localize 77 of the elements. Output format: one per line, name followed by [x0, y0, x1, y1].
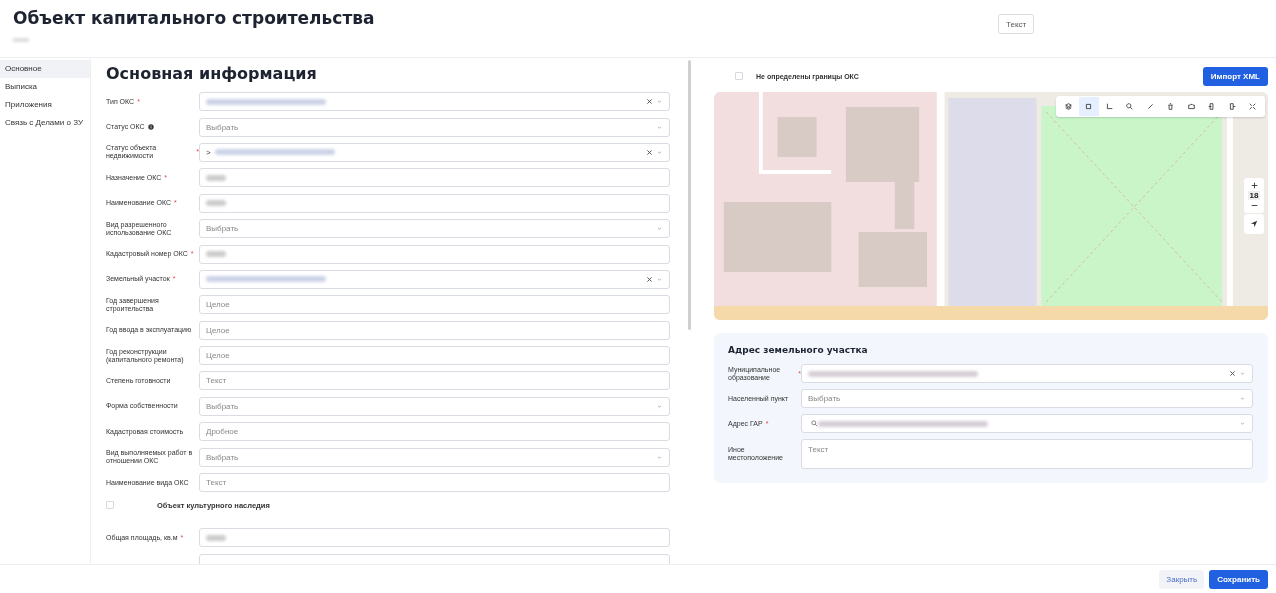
select-field[interactable] [199, 92, 670, 112]
placeholder: Выбрать [206, 224, 239, 234]
chevron-down-icon [656, 275, 663, 283]
checkbox[interactable] [735, 72, 743, 80]
angle-icon [1105, 103, 1113, 110]
save-button[interactable]: Сохранить [1209, 569, 1268, 589]
input-field[interactable] [199, 244, 670, 264]
chevron-down-icon [1239, 395, 1246, 402]
select-field[interactable]: Выбрать [801, 389, 1253, 408]
pencil-icon [1146, 103, 1154, 110]
zoom-in-icon[interactable] [1250, 182, 1258, 189]
sidebar-item[interactable]: Основное [0, 60, 90, 78]
input-field[interactable] [199, 168, 670, 188]
map-tool-button[interactable] [1078, 97, 1099, 116]
select-field[interactable]: Выбрать [199, 117, 670, 137]
search-field[interactable] [801, 414, 1253, 433]
document-arrow-icon [1228, 103, 1236, 110]
select-field[interactable]: Выбрать [199, 447, 670, 467]
text-button[interactable]: Текст [998, 14, 1035, 34]
select-field[interactable] [199, 269, 670, 289]
scrollbar-thumb[interactable] [688, 60, 691, 330]
input-field[interactable]: Текст [199, 371, 670, 391]
chevron-down-icon [656, 148, 663, 156]
input-field[interactable]: Целое [199, 320, 670, 340]
zoom-out-icon[interactable] [1250, 202, 1258, 209]
navigation-arrow-icon [1250, 220, 1258, 228]
clear-icon[interactable] [646, 275, 653, 283]
chevron-down-icon [656, 453, 663, 461]
placeholder: Выбрать [808, 394, 841, 403]
placeholder: Текст [206, 478, 227, 488]
chevron-down-icon [656, 225, 663, 233]
placeholder: Целое [206, 300, 230, 310]
import-xml-button[interactable]: Импорт XML [1202, 66, 1268, 86]
section-title: Основная информация [106, 64, 318, 83]
placeholder: Целое [206, 351, 230, 361]
select-field[interactable]: Выбрать [199, 219, 670, 239]
locate-button[interactable] [1244, 214, 1264, 234]
select-field[interactable] [801, 364, 1253, 383]
placeholder: Целое [206, 325, 230, 335]
placeholder: Выбрать [206, 452, 239, 462]
input-field[interactable]: Текст [199, 473, 670, 493]
sidebar-item[interactable]: Связь с Делами о ЗУ [0, 114, 90, 132]
fullscreen-icon [1249, 103, 1257, 110]
zoom-level: 18 [1247, 191, 1261, 200]
clear-icon[interactable] [646, 148, 653, 156]
sidebar-item[interactable]: Выписка [0, 78, 90, 96]
placeholder: Дробное [206, 427, 239, 437]
checkbox[interactable] [106, 501, 114, 510]
placeholder: Текст [808, 445, 829, 454]
search-icon [811, 420, 818, 427]
chevron-down-icon [1239, 420, 1246, 427]
layers-icon [1064, 103, 1072, 110]
clear-icon[interactable] [1229, 370, 1236, 377]
sidebar-item[interactable]: Приложения [0, 96, 90, 114]
card-title: Адрес земельного участка [728, 345, 869, 355]
chevron-down-icon [1239, 370, 1246, 377]
select-field[interactable]: Выбрать [199, 396, 670, 416]
input-field[interactable] [199, 528, 670, 548]
page-title: Объект капитального строительства [13, 8, 375, 28]
placeholder: Выбрать [206, 401, 239, 411]
placeholder: Выбрать [206, 122, 239, 132]
input-field[interactable]: Целое [199, 295, 670, 315]
chevron-down-icon [656, 123, 663, 131]
input-field[interactable]: Дробное [199, 422, 670, 442]
input-field[interactable]: Целое [199, 346, 670, 366]
close-button[interactable]: Закрыть [1159, 569, 1205, 589]
trash-icon [1167, 103, 1175, 110]
clear-icon[interactable] [646, 98, 653, 106]
placeholder: Текст [206, 376, 227, 386]
search-icon [1126, 103, 1134, 110]
select-field[interactable]: > [199, 142, 670, 162]
chevron-down-icon [656, 402, 663, 410]
text-area[interactable]: Текст [801, 439, 1253, 469]
chevron-down-icon [656, 98, 663, 106]
document-arrow-icon [1208, 103, 1216, 110]
input-field[interactable] [199, 193, 670, 213]
expand-mark: > [206, 147, 211, 157]
